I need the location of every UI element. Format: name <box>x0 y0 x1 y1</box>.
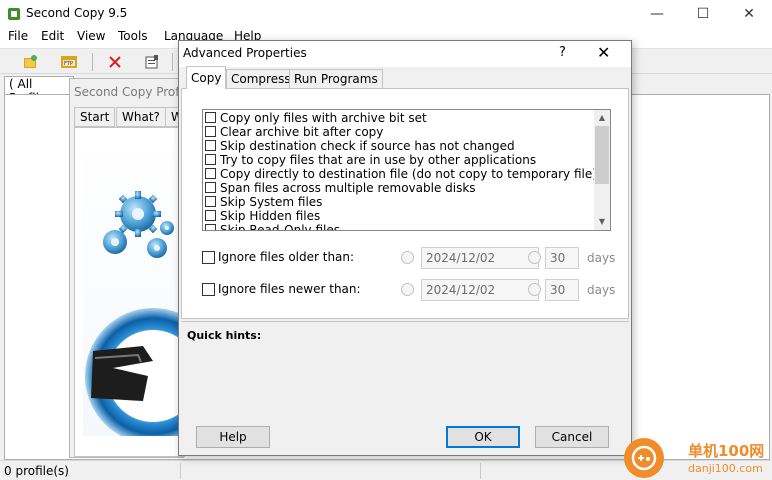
copy-options-list[interactable]: Copy only files with archive bit set Cle… <box>202 109 611 231</box>
option-row[interactable]: Try to copy files that are in use by oth… <box>205 153 536 167</box>
help-icon[interactable]: ? <box>559 45 566 60</box>
option-row[interactable]: Skip Read-Only files <box>205 223 340 231</box>
option-checkbox[interactable] <box>205 210 216 221</box>
list-scrollbar[interactable]: ▲ ▼ <box>594 110 610 230</box>
older-date-radio[interactable] <box>401 251 414 264</box>
older-date-value: 2024/12/02 <box>426 251 496 265</box>
scroll-thumb[interactable] <box>595 126 609 184</box>
newer-days-label: days <box>587 283 616 297</box>
option-row[interactable]: Copy only files with archive bit set <box>205 111 427 125</box>
tab-all-profiles[interactable]: ( All Profiles <box>4 76 74 105</box>
tab-run-programs[interactable]: Run Programs <box>289 69 383 88</box>
profile-wizard-window: Second Copy Profile Wizard Start What? W <box>69 78 238 458</box>
filter-newer-row: Ignore files newer than: 2024/12/02 ⌄ 30… <box>202 279 622 301</box>
wizard-illustration <box>83 136 221 444</box>
newer-date-value: 2024/12/02 <box>426 283 496 297</box>
watermark-title: 单机100网 <box>688 442 765 460</box>
older-date-picker[interactable]: 2024/12/02 ⌄ <box>421 247 539 269</box>
option-label: Skip Read-Only files <box>220 223 340 231</box>
ignore-older-checkbox[interactable] <box>202 251 215 264</box>
tab-compress[interactable]: Compress <box>226 69 296 88</box>
properties-icon[interactable] <box>140 51 164 73</box>
dialog-titlebar: Advanced Properties ? ✕ <box>179 41 631 67</box>
option-checkbox[interactable] <box>205 224 216 230</box>
option-row[interactable]: Skip destination check if source has not… <box>205 139 515 153</box>
watermark-url: danji100.com <box>688 462 763 475</box>
menu-edit[interactable]: Edit <box>41 29 64 43</box>
ignore-newer-label: Ignore files newer than: <box>218 282 361 296</box>
status-divider <box>180 463 181 479</box>
advanced-properties-dialog: Advanced Properties ? ✕ Copy Compress Ru… <box>178 40 632 456</box>
option-label: Clear archive bit after copy <box>220 125 384 139</box>
delete-icon[interactable] <box>103 51 127 73</box>
menu-file[interactable]: File <box>8 29 28 43</box>
option-checkbox[interactable] <box>205 126 216 137</box>
tab-copy[interactable]: Copy <box>186 66 227 89</box>
option-row[interactable]: Copy directly to destination file (do no… <box>205 167 597 181</box>
toolbar-separator <box>92 53 93 71</box>
wizard-tab-what[interactable]: What? <box>116 107 166 127</box>
ignore-newer-checkbox[interactable] <box>202 283 215 296</box>
status-profile-count: 0 profile(s) <box>4 464 69 478</box>
option-label: Try to copy files that are in use by oth… <box>220 153 537 167</box>
scroll-down-icon[interactable]: ▼ <box>594 214 610 230</box>
new-profile-icon[interactable] <box>18 51 42 73</box>
quick-hints-label: Quick hints: <box>187 329 262 342</box>
newer-date-picker[interactable]: 2024/12/02 ⌄ <box>421 279 539 301</box>
app-icon <box>6 6 22 22</box>
status-divider <box>480 463 481 479</box>
window-title: Second Copy 9.5 <box>26 6 128 20</box>
watermark-logo-icon <box>624 438 664 478</box>
wizard-panel <box>74 127 221 457</box>
newer-days-input[interactable]: 30 <box>545 279 579 301</box>
option-checkbox[interactable] <box>205 112 216 123</box>
option-checkbox[interactable] <box>205 140 216 151</box>
option-row[interactable]: Skip System files <box>205 195 322 209</box>
option-label: Span files across multiple removable dis… <box>220 181 476 195</box>
scroll-up-icon[interactable]: ▲ <box>594 110 610 126</box>
menu-view[interactable]: View <box>77 29 105 43</box>
option-checkbox[interactable] <box>205 168 216 179</box>
toolbar-separator <box>172 53 173 71</box>
svg-text:FTP: FTP <box>64 61 73 67</box>
option-row[interactable]: Skip Hidden files <box>205 209 320 223</box>
option-checkbox[interactable] <box>205 154 216 165</box>
option-row[interactable]: Span files across multiple removable dis… <box>205 181 476 195</box>
newer-days-value: 30 <box>550 283 566 297</box>
quick-hints-panel: Quick hints: <box>181 321 629 417</box>
wizard-tab-start[interactable]: Start <box>74 107 116 127</box>
cancel-button[interactable]: Cancel <box>535 426 609 448</box>
help-button[interactable]: Help <box>196 426 270 448</box>
older-days-radio[interactable] <box>528 251 541 264</box>
dialog-title: Advanced Properties <box>183 46 307 60</box>
site-watermark: 单机100网 danji100.com <box>622 436 772 480</box>
copy-tab-panel: Copy only files with archive bit set Cle… <box>181 88 629 319</box>
older-days-input[interactable]: 30 <box>545 247 579 269</box>
filter-older-row: Ignore files older than: 2024/12/02 ⌄ 30… <box>202 247 622 269</box>
option-label: Copy only files with archive bit set <box>220 111 427 125</box>
close-icon[interactable]: ✕ <box>597 43 610 62</box>
newer-days-radio[interactable] <box>528 283 541 296</box>
option-checkbox[interactable] <box>205 182 216 193</box>
close-icon[interactable]: ✕ <box>726 0 772 28</box>
ftp-icon[interactable]: FTP <box>57 51 81 73</box>
option-label: Skip destination check if source has not… <box>220 139 515 153</box>
newer-date-radio[interactable] <box>401 283 414 296</box>
option-label: Skip System files <box>220 195 323 209</box>
option-label: Copy directly to destination file (do no… <box>220 167 597 181</box>
maximize-icon[interactable]: ☐ <box>680 0 726 28</box>
minimize-icon[interactable]: — <box>634 0 680 28</box>
option-checkbox[interactable] <box>205 196 216 207</box>
ignore-older-label: Ignore files older than: <box>218 250 355 264</box>
main-titlebar: Second Copy 9.5 — ☐ ✕ <box>0 0 772 28</box>
option-label: Skip Hidden files <box>220 209 321 223</box>
option-row[interactable]: Clear archive bit after copy <box>205 125 383 139</box>
older-days-value: 30 <box>550 251 566 265</box>
menu-tools[interactable]: Tools <box>118 29 148 43</box>
wizard-tabs: Start What? W <box>74 107 189 127</box>
older-days-label: days <box>587 251 616 265</box>
ok-button[interactable]: OK <box>446 426 520 448</box>
